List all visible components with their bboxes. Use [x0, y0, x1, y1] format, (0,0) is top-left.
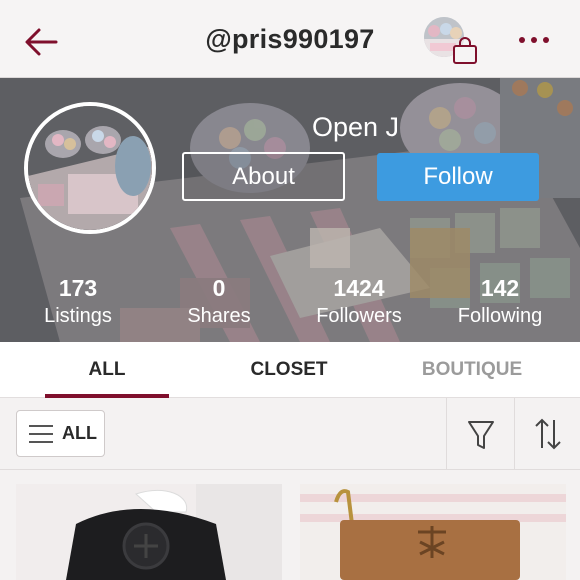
- stat-label: Followers: [316, 305, 402, 327]
- cart-button[interactable]: [424, 17, 478, 65]
- more-dots-icon: [519, 37, 549, 43]
- top-bar: @pris990197: [0, 0, 580, 78]
- stat-listings[interactable]: 173 Listings: [13, 274, 143, 330]
- stat-value: 1424: [333, 275, 385, 301]
- closet-tabs: ALL CLOSET BOUTIQUE: [0, 342, 580, 398]
- follow-button[interactable]: Follow: [377, 153, 539, 201]
- stat-followers[interactable]: 1424 Followers: [294, 274, 424, 330]
- display-name: Open J: [312, 112, 400, 142]
- profile-photo: [28, 106, 152, 230]
- stat-label: Listings: [44, 305, 112, 327]
- about-button[interactable]: About: [182, 152, 345, 201]
- listing-card[interactable]: [16, 484, 282, 580]
- listing-image: [16, 484, 282, 580]
- shopping-bag-icon: [453, 37, 477, 64]
- hamburger-icon: [29, 425, 53, 443]
- stat-label: Following: [457, 305, 543, 327]
- stat-label: Shares: [187, 305, 251, 327]
- tab-boutique[interactable]: BOUTIQUE: [408, 342, 536, 398]
- stat-shares[interactable]: 0 Shares: [154, 274, 284, 330]
- stat-value: 0: [212, 275, 226, 301]
- category-filter-button[interactable]: ALL: [16, 410, 105, 457]
- sort-button[interactable]: [514, 398, 580, 470]
- filter-bar: ALL: [0, 398, 580, 470]
- more-options-button[interactable]: [516, 32, 552, 48]
- tab-all[interactable]: ALL: [45, 342, 169, 398]
- stat-following[interactable]: 142 Following: [435, 274, 565, 330]
- stat-value: 173: [58, 275, 98, 301]
- back-button[interactable]: [22, 24, 62, 60]
- page-title: @pris990197: [205, 24, 375, 54]
- tab-closet[interactable]: CLOSET: [222, 342, 356, 398]
- profile-cover: Open J About Follow 173 Listings 0 Share…: [0, 78, 580, 342]
- listing-grid: [0, 470, 580, 580]
- listing-card[interactable]: [300, 484, 566, 580]
- filter-button[interactable]: [446, 398, 514, 470]
- stat-value: 142: [480, 275, 520, 301]
- listing-image: [300, 484, 566, 580]
- sort-arrows-icon: [535, 418, 561, 450]
- arrow-left-icon: [25, 28, 58, 56]
- funnel-icon: [468, 421, 494, 449]
- category-filter-label: ALL: [62, 423, 97, 443]
- profile-avatar[interactable]: [24, 102, 156, 234]
